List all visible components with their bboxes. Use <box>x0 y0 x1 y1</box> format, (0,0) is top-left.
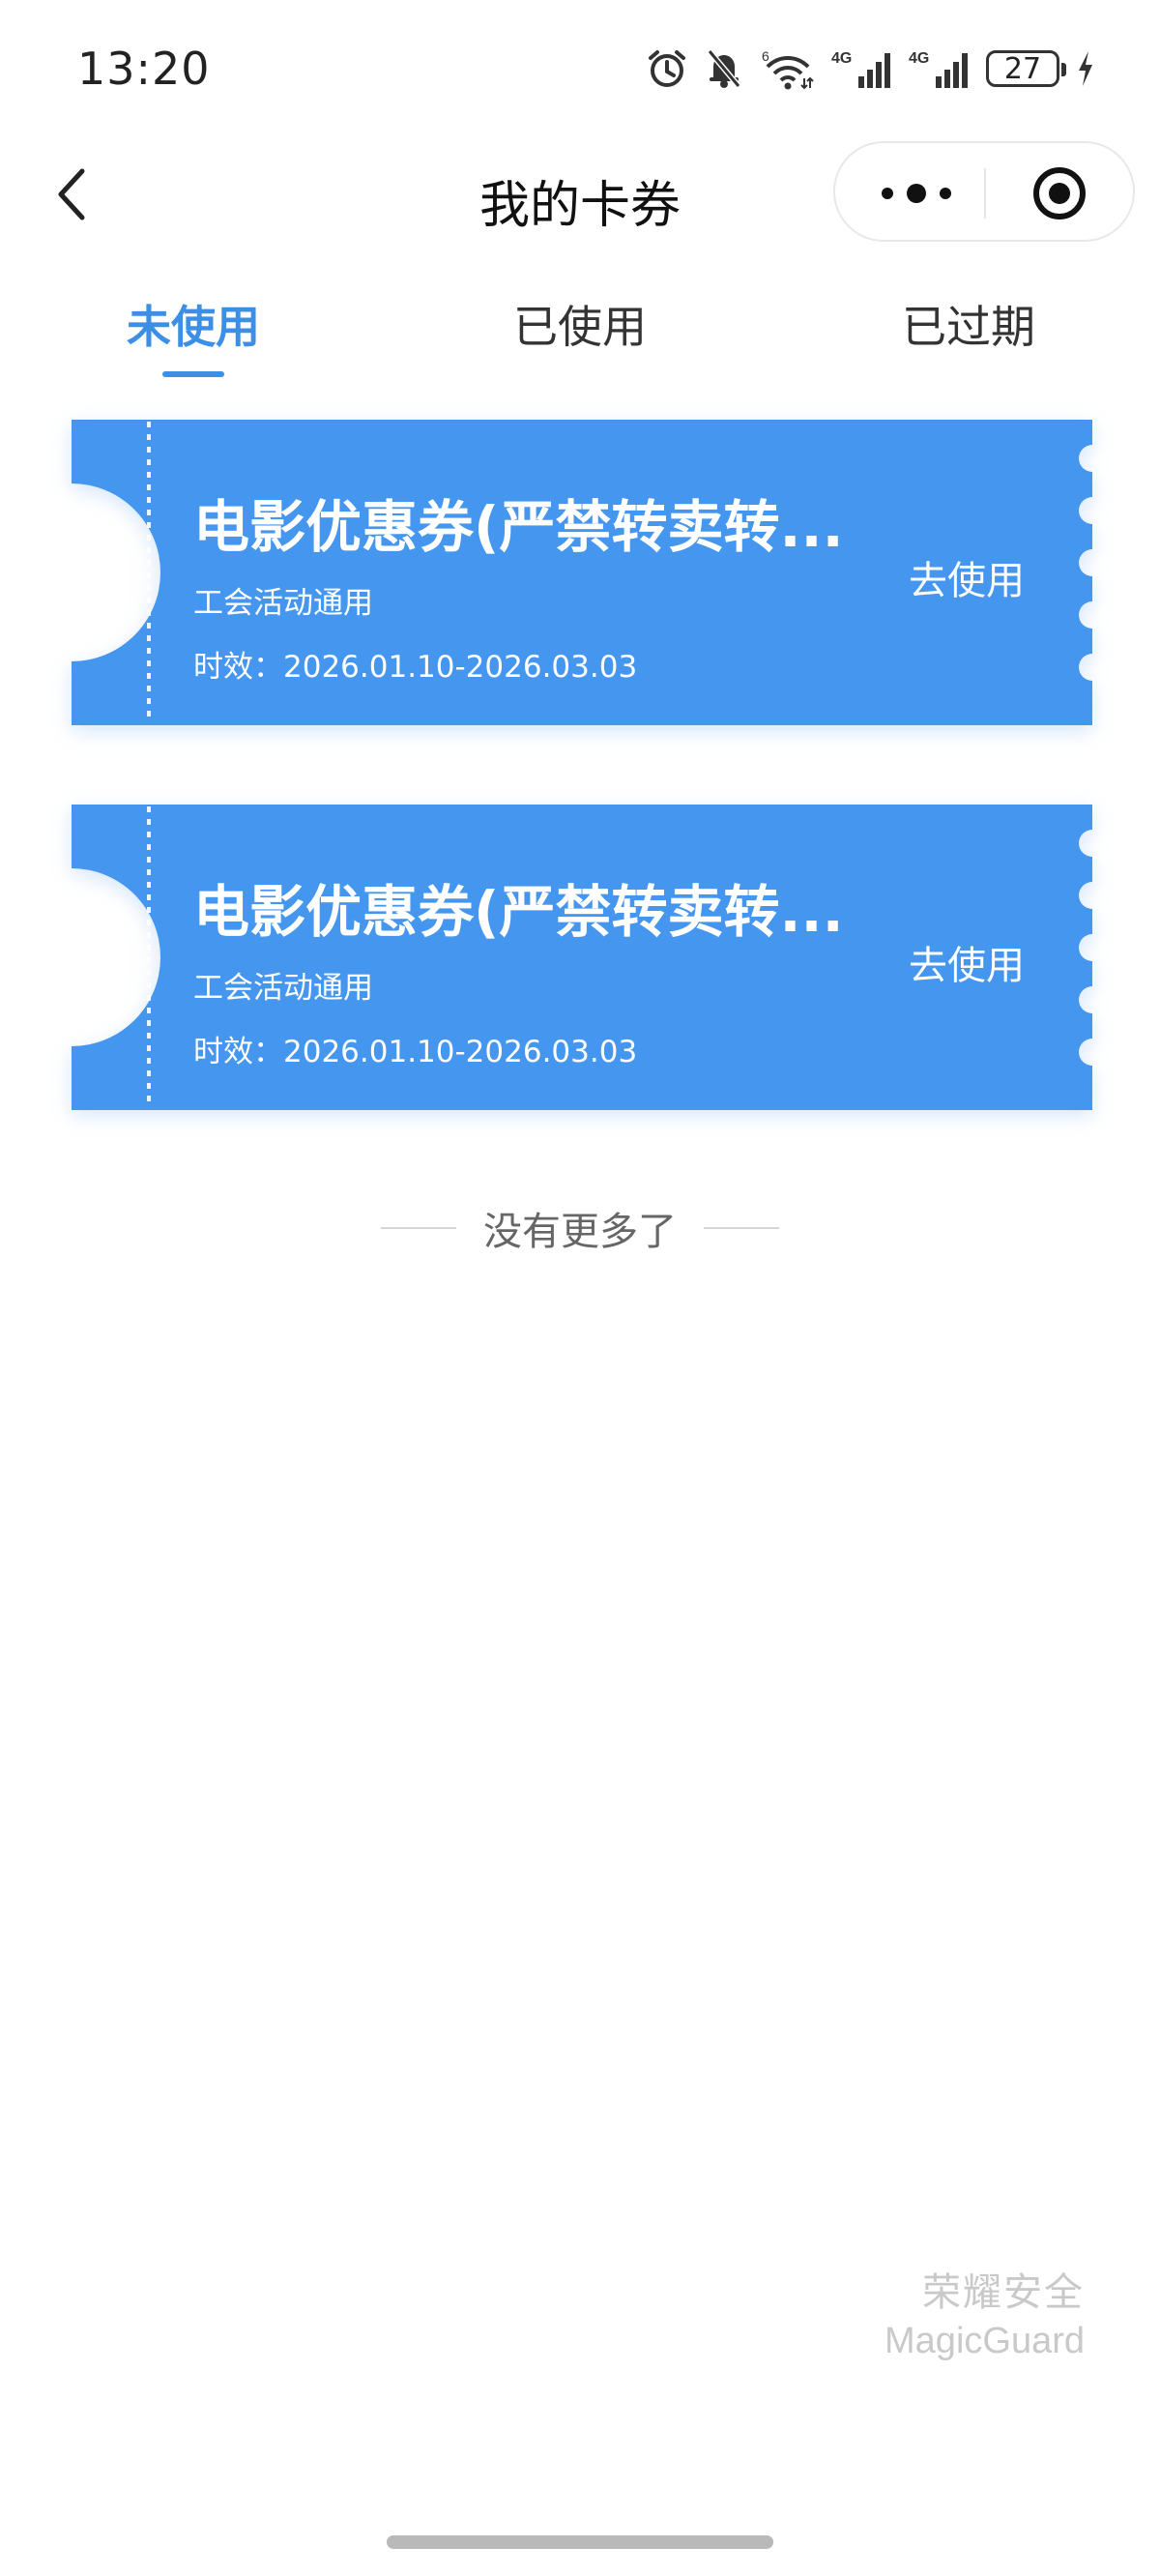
svg-text:6: 6 <box>762 48 769 64</box>
watermark-en: MagicGuard <box>884 2321 1085 2361</box>
battery-level: 27 <box>1003 51 1042 86</box>
screen: 13:20 6 4G 4G 27 我的卡券 未使用 已使用 已过期 电影优惠券(… <box>0 0 1160 2576</box>
wifi-icon: 6 <box>762 48 814 90</box>
target-circle-icon[interactable] <box>1030 164 1088 222</box>
home-indicator[interactable] <box>387 2535 773 2549</box>
divider-line <box>381 1227 456 1229</box>
signal-4g-icon: 4G <box>831 50 890 88</box>
coupon-title: 电影优惠券(严禁转卖转... <box>193 494 844 560</box>
coupon-card[interactable]: 电影优惠券(严禁转卖转... 工会活动通用 时效：2026.01.10-2026… <box>72 805 1092 1110</box>
tab-used[interactable]: 已使用 <box>454 292 706 356</box>
status-bar: 13:20 6 4G 4G 27 <box>0 0 1160 135</box>
no-more-text: 没有更多了 <box>483 1210 677 1254</box>
charging-icon <box>1079 51 1092 86</box>
coupon-title: 电影优惠券(严禁转卖转... <box>193 879 844 945</box>
svg-text:4G: 4G <box>909 50 929 67</box>
divider-line <box>704 1227 779 1229</box>
coupon-card[interactable]: 电影优惠券(严禁转卖转... 工会活动通用 时效：2026.01.10-2026… <box>72 420 1092 725</box>
battery-icon: 27 <box>986 50 1066 87</box>
tab-unused[interactable]: 未使用 <box>68 292 319 356</box>
coupon-validity: 时效：2026.01.10-2026.03.03 <box>193 650 638 685</box>
tab-bar: 未使用 已使用 已过期 <box>0 280 1160 387</box>
svg-text:4G: 4G <box>831 50 852 67</box>
use-coupon-button[interactable]: 去使用 <box>909 934 1025 990</box>
bell-muted-icon <box>707 49 741 88</box>
capsule-divider <box>984 168 986 219</box>
use-coupon-button[interactable]: 去使用 <box>909 549 1025 605</box>
tab-active-indicator <box>162 371 224 377</box>
status-icons: 6 4G 4G 27 <box>646 44 1096 93</box>
watermark-cn: 荣耀安全 <box>922 2270 1085 2315</box>
coupon-scope: 工会活动通用 <box>193 586 373 621</box>
watermark: 荣耀安全 MagicGuard <box>884 2261 1085 2362</box>
coupon-scope: 工会活动通用 <box>193 971 373 1006</box>
coupon-validity: 时效：2026.01.10-2026.03.03 <box>193 1035 638 1069</box>
tab-expired[interactable]: 已过期 <box>843 292 1094 356</box>
mini-program-capsule <box>833 141 1135 242</box>
more-dots-icon[interactable] <box>878 182 955 205</box>
alarm-icon <box>649 50 685 87</box>
status-time: 13:20 <box>77 43 211 95</box>
signal-4g-icon: 4G <box>909 50 968 88</box>
nav-bar: 我的卡券 <box>0 135 1160 255</box>
no-more-indicator: 没有更多了 <box>0 1199 1160 1257</box>
